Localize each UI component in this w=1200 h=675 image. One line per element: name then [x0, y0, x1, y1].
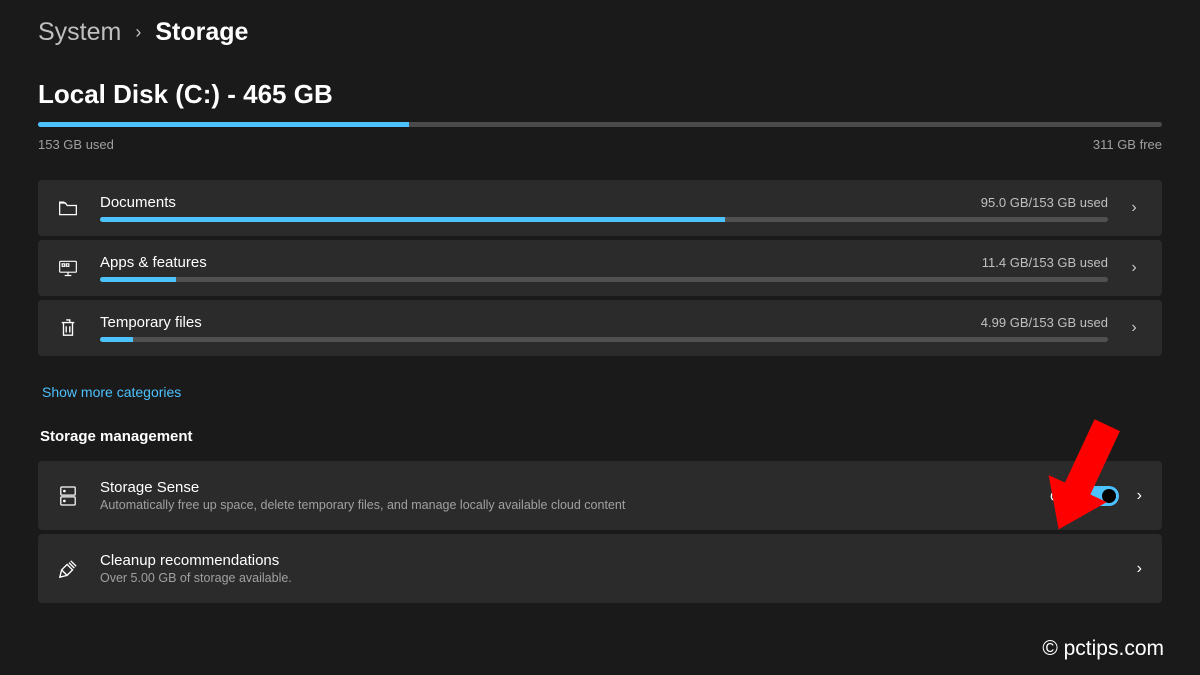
breadcrumb-current: Storage — [155, 18, 248, 47]
watermark: © pctips.com — [1042, 637, 1164, 661]
cleanup-recommendations-row[interactable]: Cleanup recommendations Over 5.00 GB of … — [38, 534, 1162, 603]
category-usage: 95.0 GB/153 GB used — [981, 195, 1108, 210]
storage-sense-subtitle: Automatically free up space, delete temp… — [100, 498, 1032, 512]
storage-sense-row[interactable]: Storage Sense Automatically free up spac… — [38, 461, 1162, 530]
disk-usage-fill — [38, 122, 409, 127]
apps-icon — [54, 259, 82, 277]
chevron-right-icon: › — [1126, 199, 1142, 217]
category-usage: 11.4 GB/153 GB used — [982, 255, 1108, 270]
chevron-right-icon: › — [1137, 560, 1142, 578]
category-bar — [100, 337, 1108, 342]
cleanup-title: Cleanup recommendations — [100, 552, 1119, 569]
drive-icon — [54, 485, 82, 507]
category-bar — [100, 277, 1108, 282]
section-heading-storage-management: Storage management — [40, 428, 1162, 445]
breadcrumb: System › Storage — [38, 18, 1162, 47]
storage-category-documents[interactable]: Documents 95.0 GB/153 GB used › — [38, 180, 1162, 236]
category-usage: 4.99 GB/153 GB used — [981, 315, 1108, 330]
show-more-link[interactable]: Show more categories — [42, 384, 181, 400]
disk-free-label: 311 GB free — [1093, 137, 1162, 152]
chevron-right-icon: › — [1137, 487, 1142, 505]
category-bar-fill — [100, 337, 133, 342]
category-bar — [100, 217, 1108, 222]
storage-category-temp[interactable]: Temporary files 4.99 GB/153 GB used › — [38, 300, 1162, 356]
disk-stats: 153 GB used 311 GB free — [38, 137, 1162, 152]
toggle-knob — [1102, 489, 1116, 503]
trash-icon — [54, 318, 82, 338]
disk-title: Local Disk (C:) - 465 GB — [38, 79, 1162, 110]
category-label: Temporary files — [100, 314, 202, 331]
broom-icon — [54, 559, 82, 579]
category-label: Apps & features — [100, 254, 207, 271]
chevron-right-icon: › — [1126, 259, 1142, 277]
documents-icon — [54, 199, 82, 217]
chevron-right-icon: › — [135, 22, 141, 43]
chevron-right-icon: › — [1126, 319, 1142, 337]
storage-sense-toggle[interactable] — [1079, 486, 1119, 506]
disk-used-label: 153 GB used — [38, 137, 114, 152]
breadcrumb-parent[interactable]: System — [38, 18, 121, 47]
category-bar-fill — [100, 277, 176, 282]
cleanup-subtitle: Over 5.00 GB of storage available. — [100, 571, 1119, 585]
disk-usage-bar — [38, 122, 1162, 127]
toggle-state-label: On — [1050, 488, 1069, 504]
storage-category-apps[interactable]: Apps & features 11.4 GB/153 GB used › — [38, 240, 1162, 296]
storage-sense-title: Storage Sense — [100, 479, 1032, 496]
category-label: Documents — [100, 194, 176, 211]
category-bar-fill — [100, 217, 725, 222]
